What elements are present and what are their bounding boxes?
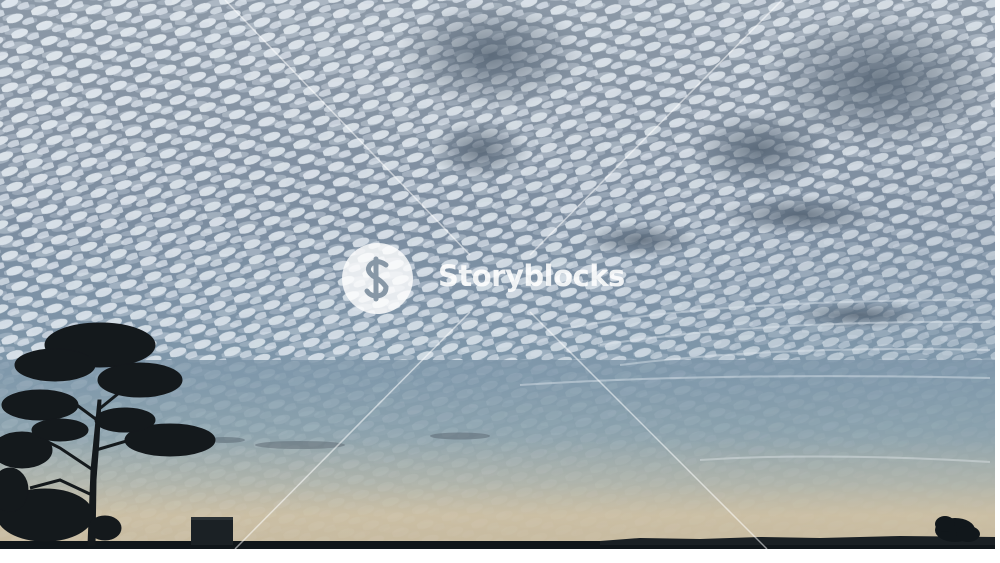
right-margin xyxy=(995,0,1000,563)
bottom-margin xyxy=(0,549,1000,563)
photo-frame: Storyblocks xyxy=(0,0,995,549)
building-silhouette xyxy=(191,519,233,545)
sky-photo xyxy=(0,0,995,549)
